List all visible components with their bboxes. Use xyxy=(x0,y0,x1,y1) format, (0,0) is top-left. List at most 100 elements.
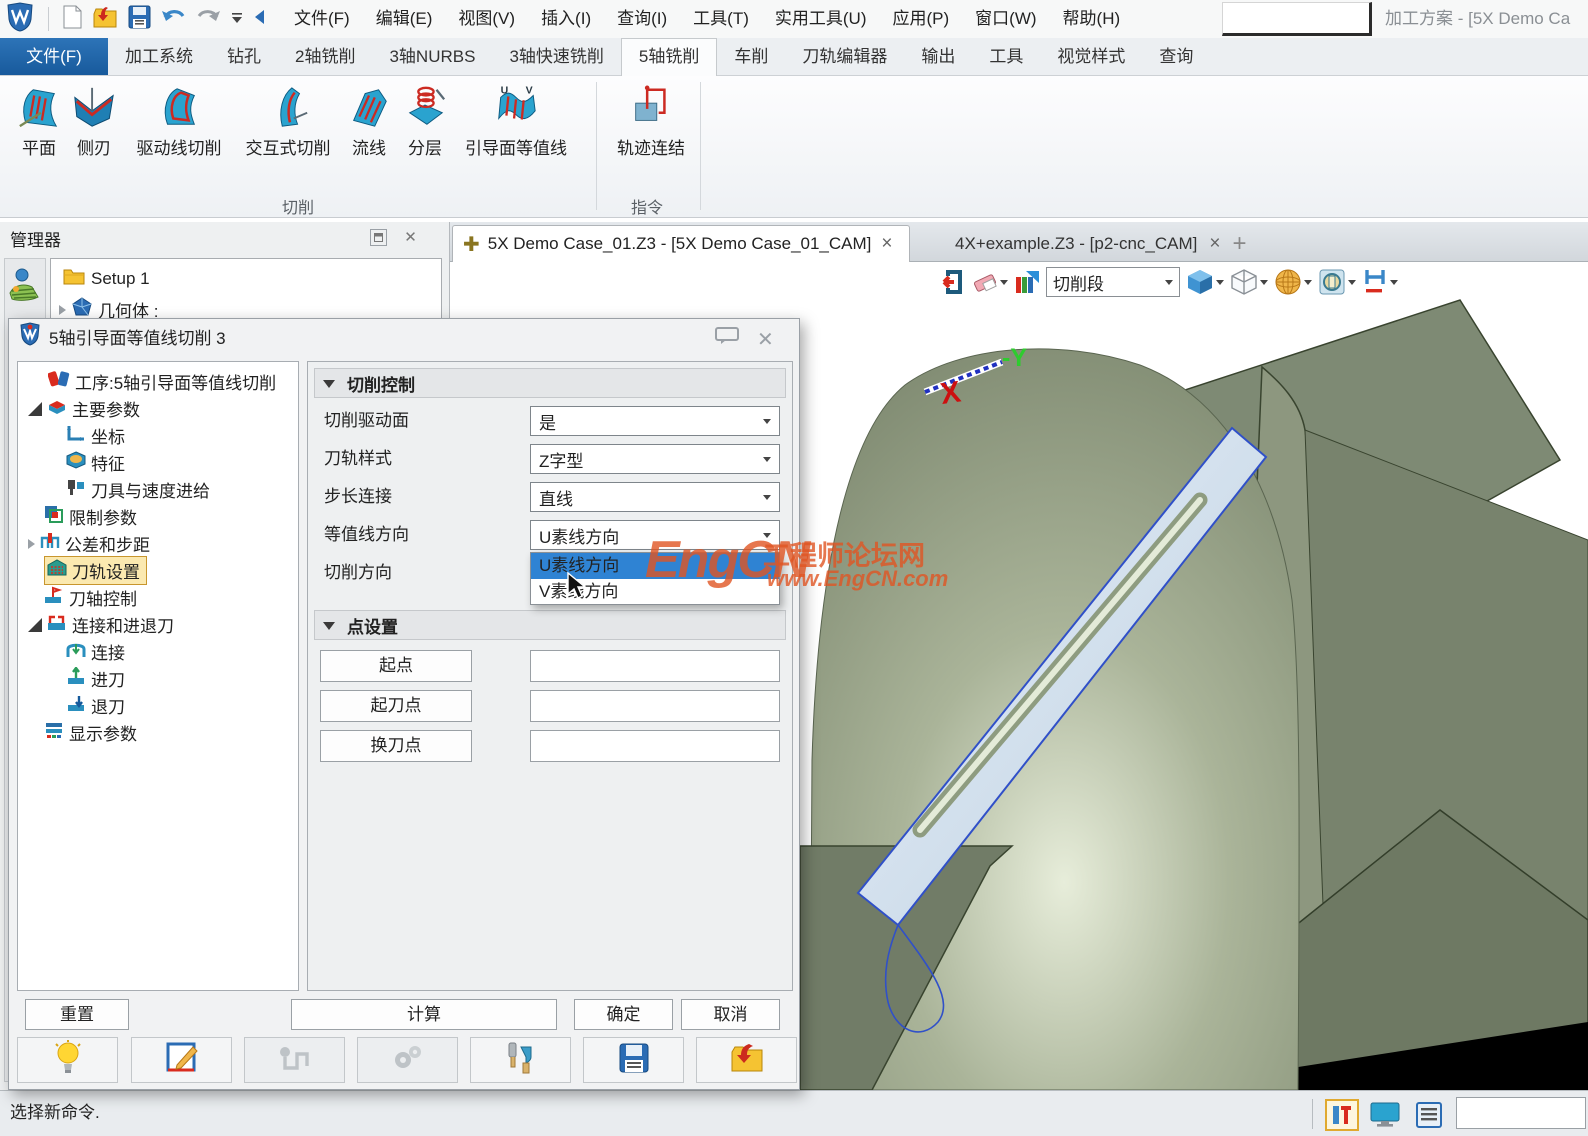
cut-drive-surface-combo[interactable]: 是 xyxy=(530,406,780,436)
dropdown-caret-icon[interactable] xyxy=(1348,279,1356,289)
tree-item-display-params[interactable]: 显示参数 xyxy=(44,719,137,746)
tool-change-point-field[interactable] xyxy=(530,730,780,762)
tree-item-lead-out[interactable]: 退刀 xyxy=(66,692,125,719)
dropdown-caret-icon[interactable] xyxy=(1000,279,1008,289)
hint-button[interactable] xyxy=(17,1037,118,1083)
ribbon-tab-inquire[interactable]: 查询 xyxy=(1142,38,1210,75)
log-document-button[interactable] xyxy=(1412,1099,1446,1131)
start-tool-point-field[interactable] xyxy=(530,690,780,722)
edit-button[interactable] xyxy=(131,1037,232,1083)
ribbon-tab-3x-nurbs[interactable]: 3轴NURBS xyxy=(372,38,492,75)
tool-layer-cut[interactable]: 分层 xyxy=(400,84,450,159)
display-mode-combo[interactable]: 切削段 xyxy=(1046,267,1180,297)
start-point-button[interactable]: 起点 xyxy=(320,650,472,682)
dropdown-caret-icon[interactable] xyxy=(1304,279,1312,289)
save-operation-button[interactable] xyxy=(583,1037,684,1083)
tool-plane-cut[interactable]: 平面 xyxy=(12,84,66,159)
tree-item-frame[interactable]: 坐标 xyxy=(66,422,125,449)
wireframe-view-icon[interactable] xyxy=(1230,268,1268,296)
ribbon-tab-5x-milling[interactable]: 5轴铣削 xyxy=(620,38,718,76)
tree-item-link-lead[interactable]: 连接和进退刀 xyxy=(28,611,174,638)
expand-icon[interactable] xyxy=(28,617,42,632)
start-tool-point-button[interactable]: 起刀点 xyxy=(320,690,472,722)
ribbon-tab-output[interactable]: 输出 xyxy=(904,38,972,75)
calculate-button[interactable]: 计算 xyxy=(291,999,557,1030)
ribbon-tab-machining-system[interactable]: 加工系统 xyxy=(108,38,210,75)
cam-plan-icon[interactable] xyxy=(8,267,42,312)
tree-item-link[interactable]: 连接 xyxy=(66,638,125,665)
menu-inquire[interactable]: 查询(I) xyxy=(604,0,680,38)
load-operation-button[interactable] xyxy=(696,1037,797,1083)
section-point-settings[interactable]: 点设置 xyxy=(314,610,786,640)
menu-help[interactable]: 帮助(H) xyxy=(1050,0,1134,38)
section-cut-control[interactable]: 切削控制 xyxy=(314,368,786,398)
ribbon-tab-2x-milling[interactable]: 2轴铣削 xyxy=(278,38,372,75)
expand-icon[interactable] xyxy=(28,538,35,549)
menu-view[interactable]: 视图(V) xyxy=(445,0,528,38)
ribbon-tab-file[interactable]: 文件(F) xyxy=(0,38,108,75)
dropdown-caret-icon[interactable] xyxy=(1390,279,1398,289)
menu-insert[interactable]: 插入(I) xyxy=(528,0,604,38)
tool-flank-cut[interactable]: 侧刃 xyxy=(68,84,120,159)
tool-guide-surface-isoline[interactable]: UV 引导面等值线 xyxy=(456,84,576,159)
dialog-titlebar[interactable]: 5轴引导面等值线切削 3 xyxy=(9,319,799,353)
undo-icon[interactable] xyxy=(161,8,186,30)
isoline-sphere-icon[interactable] xyxy=(1274,268,1312,296)
collapse-ribbon-icon[interactable] xyxy=(253,9,265,30)
erase-icon[interactable] xyxy=(972,270,1008,294)
tree-item-main-params[interactable]: 主要参数 xyxy=(28,395,140,422)
menu-file[interactable]: 文件(F) xyxy=(281,0,363,38)
menu-applications[interactable]: 应用(P) xyxy=(879,0,962,38)
dialog-comment-icon[interactable] xyxy=(715,327,739,350)
ribbon-tab-drill[interactable]: 钻孔 xyxy=(210,38,278,75)
isoline-direction-combo[interactable]: U素线方向 xyxy=(530,520,780,550)
start-point-field[interactable] xyxy=(530,650,780,682)
tree-item-tool-feed[interactable]: 刀具与速度进给 xyxy=(66,476,210,503)
tool-analysis-button[interactable] xyxy=(470,1037,571,1083)
expand-icon[interactable] xyxy=(28,401,42,416)
tree-item-tolerance-step[interactable]: 公差和步距 xyxy=(28,530,150,557)
ribbon-tab-toolpath-editor[interactable]: 刀轨编辑器 xyxy=(785,38,904,75)
tree-item-limit-params[interactable]: 限制参数 xyxy=(44,503,137,530)
datum-display-icon[interactable] xyxy=(1362,268,1398,296)
dropdown-caret-icon[interactable] xyxy=(1260,279,1268,289)
document-tab-inactive[interactable]: 4X+example.Z3 - [p2-cnc_CAM] × + xyxy=(955,225,1246,262)
status-input[interactable] xyxy=(1456,1097,1586,1129)
dialog-close-icon[interactable]: ✕ xyxy=(757,327,774,352)
menu-window[interactable]: 窗口(W) xyxy=(962,0,1049,38)
step-link-combo[interactable]: 直线 xyxy=(530,482,780,512)
tree-item-operation[interactable]: 工序:5轴引导面等值线切削 xyxy=(47,368,276,395)
manager-toggle-button[interactable] xyxy=(1325,1099,1359,1131)
dropdown-caret-icon[interactable] xyxy=(1216,279,1224,289)
ok-button[interactable]: 确定 xyxy=(574,999,673,1030)
tab-close-icon[interactable]: × xyxy=(1207,233,1222,255)
display-monitor-button[interactable] xyxy=(1368,1099,1402,1131)
expand-icon[interactable] xyxy=(59,304,66,315)
manager-dock-icon[interactable] xyxy=(370,229,387,246)
qat-options-icon[interactable] xyxy=(231,9,243,29)
menu-tools[interactable]: 工具(T) xyxy=(680,0,762,38)
tree-item-feature[interactable]: 特征 xyxy=(66,449,125,476)
tool-interactive-cut[interactable]: 交互式切削 xyxy=(240,84,336,159)
tree-item-tool-axis[interactable]: 刀轴控制 xyxy=(44,584,137,611)
tool-change-point-button[interactable]: 换刀点 xyxy=(320,730,472,762)
tree-item-toolpath-settings[interactable]: 刀轨设置 xyxy=(44,556,147,585)
save-icon[interactable] xyxy=(128,5,151,34)
toolpath-style-combo[interactable]: Z字型 xyxy=(530,444,780,474)
document-tab-active[interactable]: ✚ 5X Demo Case_01.Z3 - [5X Demo Case_01_… xyxy=(452,225,910,262)
new-file-icon[interactable] xyxy=(63,5,82,34)
ribbon-tab-3x-quick-milling[interactable]: 3轴快速铣削 xyxy=(492,38,620,75)
exit-environment-icon[interactable] xyxy=(938,268,966,296)
tool-path-link[interactable]: 轨迹连结 xyxy=(606,84,696,159)
ribbon-tab-visual-style[interactable]: 视觉样式 xyxy=(1040,38,1142,75)
tool-drive-curve-cut[interactable]: 驱动线切削 xyxy=(124,84,234,159)
shaded-view-icon[interactable] xyxy=(1186,268,1224,296)
new-tab-button[interactable]: + xyxy=(1232,230,1246,258)
section-view-icon[interactable] xyxy=(1318,268,1356,296)
ribbon-tab-tools[interactable]: 工具 xyxy=(972,38,1040,75)
ribbon-tab-turning[interactable]: 车削 xyxy=(717,38,785,75)
redo-icon[interactable] xyxy=(196,8,221,30)
menu-edit[interactable]: 编辑(E) xyxy=(363,0,446,38)
reset-button[interactable]: 重置 xyxy=(25,999,129,1030)
tab-close-icon[interactable]: × xyxy=(879,233,894,255)
